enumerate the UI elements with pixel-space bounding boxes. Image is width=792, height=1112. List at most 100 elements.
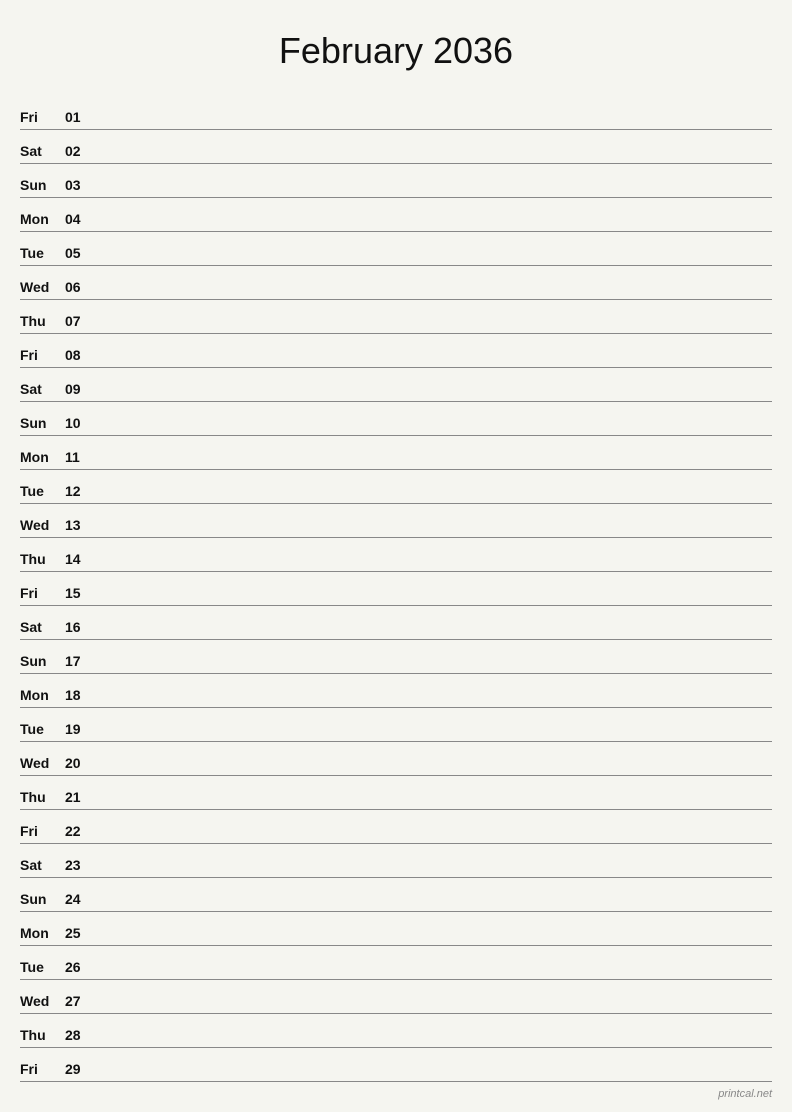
day-number: 15 xyxy=(65,585,95,603)
day-content-area[interactable] xyxy=(95,103,772,127)
day-name: Fri xyxy=(20,109,65,127)
day-number: 27 xyxy=(65,993,95,1011)
day-name: Wed xyxy=(20,517,65,535)
day-number: 01 xyxy=(65,109,95,127)
day-name: Wed xyxy=(20,993,65,1011)
day-name: Tue xyxy=(20,245,65,263)
calendar-row: Tue26 xyxy=(20,950,772,980)
calendar-row: Mon25 xyxy=(20,916,772,946)
day-content-area[interactable] xyxy=(95,749,772,773)
day-name: Tue xyxy=(20,721,65,739)
day-name: Thu xyxy=(20,789,65,807)
calendar-row: Tue12 xyxy=(20,474,772,504)
day-content-area[interactable] xyxy=(95,307,772,331)
calendar-row: Tue19 xyxy=(20,712,772,742)
day-name: Fri xyxy=(20,823,65,841)
day-content-area[interactable] xyxy=(95,511,772,535)
day-name: Sat xyxy=(20,619,65,637)
calendar-row: Fri29 xyxy=(20,1052,772,1082)
calendar-row: Sat16 xyxy=(20,610,772,640)
day-name: Mon xyxy=(20,687,65,705)
day-number: 20 xyxy=(65,755,95,773)
day-content-area[interactable] xyxy=(95,681,772,705)
day-content-area[interactable] xyxy=(95,953,772,977)
day-number: 23 xyxy=(65,857,95,875)
day-content-area[interactable] xyxy=(95,987,772,1011)
calendar-row: Mon11 xyxy=(20,440,772,470)
day-number: 18 xyxy=(65,687,95,705)
day-name: Wed xyxy=(20,755,65,773)
day-name: Sat xyxy=(20,381,65,399)
day-content-area[interactable] xyxy=(95,443,772,467)
day-name: Sun xyxy=(20,177,65,195)
day-number: 19 xyxy=(65,721,95,739)
day-number: 21 xyxy=(65,789,95,807)
day-number: 05 xyxy=(65,245,95,263)
day-content-area[interactable] xyxy=(95,613,772,637)
day-name: Wed xyxy=(20,279,65,297)
day-name: Sun xyxy=(20,653,65,671)
day-number: 10 xyxy=(65,415,95,433)
day-name: Sat xyxy=(20,143,65,161)
day-number: 16 xyxy=(65,619,95,637)
calendar: Fri01Sat02Sun03Mon04Tue05Wed06Thu07Fri08… xyxy=(20,100,772,1082)
calendar-row: Fri15 xyxy=(20,576,772,606)
day-number: 04 xyxy=(65,211,95,229)
day-content-area[interactable] xyxy=(95,647,772,671)
calendar-row: Wed13 xyxy=(20,508,772,538)
calendar-row: Sun17 xyxy=(20,644,772,674)
day-number: 09 xyxy=(65,381,95,399)
day-content-area[interactable] xyxy=(95,341,772,365)
day-content-area[interactable] xyxy=(95,239,772,263)
calendar-row: Wed20 xyxy=(20,746,772,776)
day-content-area[interactable] xyxy=(95,171,772,195)
day-number: 14 xyxy=(65,551,95,569)
day-name: Sat xyxy=(20,857,65,875)
calendar-row: Thu21 xyxy=(20,780,772,810)
day-content-area[interactable] xyxy=(95,579,772,603)
calendar-row: Fri08 xyxy=(20,338,772,368)
day-number: 03 xyxy=(65,177,95,195)
day-content-area[interactable] xyxy=(95,545,772,569)
day-number: 08 xyxy=(65,347,95,365)
calendar-row: Sun10 xyxy=(20,406,772,436)
day-content-area[interactable] xyxy=(95,1055,772,1079)
day-number: 28 xyxy=(65,1027,95,1045)
day-content-area[interactable] xyxy=(95,919,772,943)
day-content-area[interactable] xyxy=(95,477,772,501)
day-content-area[interactable] xyxy=(95,715,772,739)
day-number: 12 xyxy=(65,483,95,501)
day-content-area[interactable] xyxy=(95,375,772,399)
day-name: Tue xyxy=(20,483,65,501)
calendar-row: Thu14 xyxy=(20,542,772,572)
day-number: 07 xyxy=(65,313,95,331)
day-content-area[interactable] xyxy=(95,273,772,297)
day-number: 26 xyxy=(65,959,95,977)
calendar-row: Thu28 xyxy=(20,1018,772,1048)
day-name: Sun xyxy=(20,891,65,909)
day-content-area[interactable] xyxy=(95,783,772,807)
day-name: Tue xyxy=(20,959,65,977)
day-name: Thu xyxy=(20,551,65,569)
day-name: Mon xyxy=(20,211,65,229)
calendar-row: Tue05 xyxy=(20,236,772,266)
calendar-row: Sat02 xyxy=(20,134,772,164)
day-number: 25 xyxy=(65,925,95,943)
day-content-area[interactable] xyxy=(95,409,772,433)
day-number: 29 xyxy=(65,1061,95,1079)
day-content-area[interactable] xyxy=(95,205,772,229)
day-number: 24 xyxy=(65,891,95,909)
day-name: Fri xyxy=(20,585,65,603)
day-number: 11 xyxy=(65,449,95,467)
calendar-row: Fri22 xyxy=(20,814,772,844)
day-content-area[interactable] xyxy=(95,851,772,875)
day-number: 06 xyxy=(65,279,95,297)
day-content-area[interactable] xyxy=(95,885,772,909)
calendar-row: Sat23 xyxy=(20,848,772,878)
day-number: 13 xyxy=(65,517,95,535)
day-name: Thu xyxy=(20,313,65,331)
day-content-area[interactable] xyxy=(95,137,772,161)
day-content-area[interactable] xyxy=(95,817,772,841)
calendar-row: Wed27 xyxy=(20,984,772,1014)
day-content-area[interactable] xyxy=(95,1021,772,1045)
